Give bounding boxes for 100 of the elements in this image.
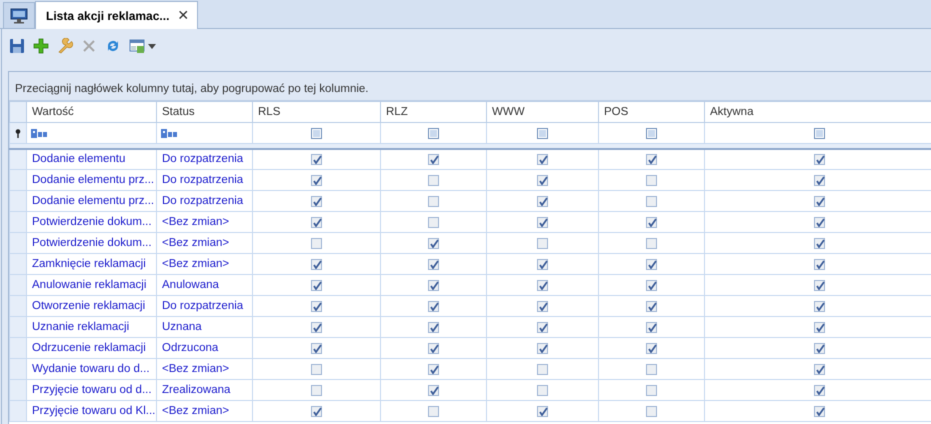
checkbox[interactable] <box>814 322 824 333</box>
table-cell: Odrzucona <box>156 338 252 358</box>
checkbox[interactable] <box>428 258 439 270</box>
column-header[interactable]: Status <box>156 102 252 122</box>
checkbox[interactable] <box>646 280 657 291</box>
caret-icon[interactable] <box>148 44 156 48</box>
plus-button[interactable] <box>33 38 49 54</box>
checkbox[interactable] <box>646 364 657 375</box>
checkbox[interactable] <box>537 216 548 228</box>
table-cell: Do rozpatrzenia <box>156 170 252 190</box>
checkbox[interactable] <box>646 174 657 186</box>
table-cell: Do rozpatrzenia <box>156 296 252 316</box>
checkbox[interactable] <box>311 300 322 312</box>
checkbox[interactable] <box>537 406 548 417</box>
checkbox[interactable] <box>646 216 657 228</box>
checkbox[interactable] <box>646 322 657 333</box>
checkbox[interactable] <box>646 238 657 249</box>
checkbox[interactable] <box>428 280 439 291</box>
checkbox[interactable] <box>428 300 439 312</box>
checkbox[interactable] <box>814 174 824 186</box>
checkbox[interactable] <box>537 342 548 354</box>
checkbox[interactable] <box>311 280 322 291</box>
checkbox[interactable] <box>428 174 439 186</box>
tab[interactable]: Lista akcji reklamac... ✕ <box>35 1 198 29</box>
table-cell: Do rozpatrzenia <box>156 190 252 212</box>
checkbox[interactable] <box>814 238 824 249</box>
refresh-button[interactable] <box>105 38 121 54</box>
text-filter-icon <box>161 128 179 138</box>
checkbox[interactable] <box>428 322 439 333</box>
checkbox[interactable] <box>537 300 548 312</box>
checkbox[interactable] <box>646 384 657 396</box>
table-cell: Uznana <box>156 316 252 338</box>
checkbox[interactable] <box>311 174 322 186</box>
wrench-button[interactable] <box>57 38 73 54</box>
checkbox[interactable] <box>428 364 439 375</box>
checkbox[interactable] <box>311 322 322 333</box>
checkbox[interactable] <box>537 322 548 333</box>
checkbox[interactable] <box>646 406 657 417</box>
checkbox[interactable] <box>311 364 322 375</box>
checkbox[interactable] <box>537 364 548 375</box>
checkbox[interactable] <box>537 258 548 270</box>
table-cell: Dodanie elementu <box>26 148 156 170</box>
checkbox[interactable] <box>537 238 548 249</box>
checkbox[interactable] <box>814 258 824 270</box>
checkbox[interactable] <box>537 280 548 291</box>
checkbox[interactable] <box>311 216 322 228</box>
checkbox[interactable] <box>814 406 824 417</box>
checkbox[interactable] <box>814 384 824 396</box>
checkbox[interactable] <box>537 154 548 165</box>
column-header[interactable]: RLS <box>252 102 380 122</box>
checkbox[interactable] <box>814 342 824 354</box>
table-cell: <Bez zmian> <box>156 254 252 274</box>
checkbox[interactable] <box>428 238 439 249</box>
table-cell: Otworzenie reklamacji <box>26 296 156 316</box>
checkbox[interactable] <box>646 300 657 312</box>
checkbox[interactable] <box>311 258 322 270</box>
checkbox[interactable] <box>428 216 439 228</box>
checkbox[interactable] <box>311 406 322 417</box>
checkbox[interactable] <box>311 342 322 354</box>
table-export-button[interactable] <box>129 38 156 54</box>
checkbox[interactable] <box>428 406 439 417</box>
column-header[interactable]: Wartość <box>26 102 156 122</box>
checkbox[interactable] <box>646 342 657 354</box>
tab[interactable] <box>3 2 35 28</box>
checkbox[interactable] <box>814 128 824 139</box>
checkbox[interactable] <box>311 154 322 165</box>
checkbox[interactable] <box>311 128 322 139</box>
checkbox[interactable] <box>428 384 439 396</box>
checkbox[interactable] <box>646 196 657 207</box>
checkbox[interactable] <box>537 128 548 139</box>
column-header[interactable]: POS <box>598 102 704 122</box>
checkbox[interactable] <box>814 300 824 312</box>
checkbox[interactable] <box>814 216 824 228</box>
table-cell: Potwierdzenie dokum... <box>26 212 156 232</box>
checkbox[interactable] <box>428 154 439 165</box>
checkbox[interactable] <box>428 128 439 139</box>
checkbox[interactable] <box>428 196 439 207</box>
checkbox[interactable] <box>646 128 657 139</box>
checkbox[interactable] <box>646 258 657 270</box>
table-cell: <Bez zmian> <box>156 400 252 422</box>
close-icon[interactable]: ✕ <box>177 8 190 24</box>
table-cell: <Bez zmian> <box>156 232 252 254</box>
column-header[interactable]: Aktywna <box>704 102 931 122</box>
checkbox[interactable] <box>814 364 824 375</box>
checkbox[interactable] <box>311 196 322 207</box>
save-button[interactable] <box>9 38 25 54</box>
table-cell: <Bez zmian> <box>156 358 252 380</box>
column-header[interactable]: WWW <box>486 102 598 122</box>
checkbox[interactable] <box>311 384 322 396</box>
checkbox[interactable] <box>537 196 548 207</box>
checkbox[interactable] <box>814 280 824 291</box>
checkbox[interactable] <box>428 342 439 354</box>
column-header[interactable]: RLZ <box>380 102 486 122</box>
checkbox[interactable] <box>311 238 322 249</box>
checkbox[interactable] <box>814 196 824 207</box>
checkbox[interactable] <box>646 154 657 165</box>
checkbox[interactable] <box>537 174 548 186</box>
table-cell: Anulowanie reklamacji <box>26 274 156 296</box>
checkbox[interactable] <box>537 384 548 396</box>
checkbox[interactable] <box>814 154 824 165</box>
